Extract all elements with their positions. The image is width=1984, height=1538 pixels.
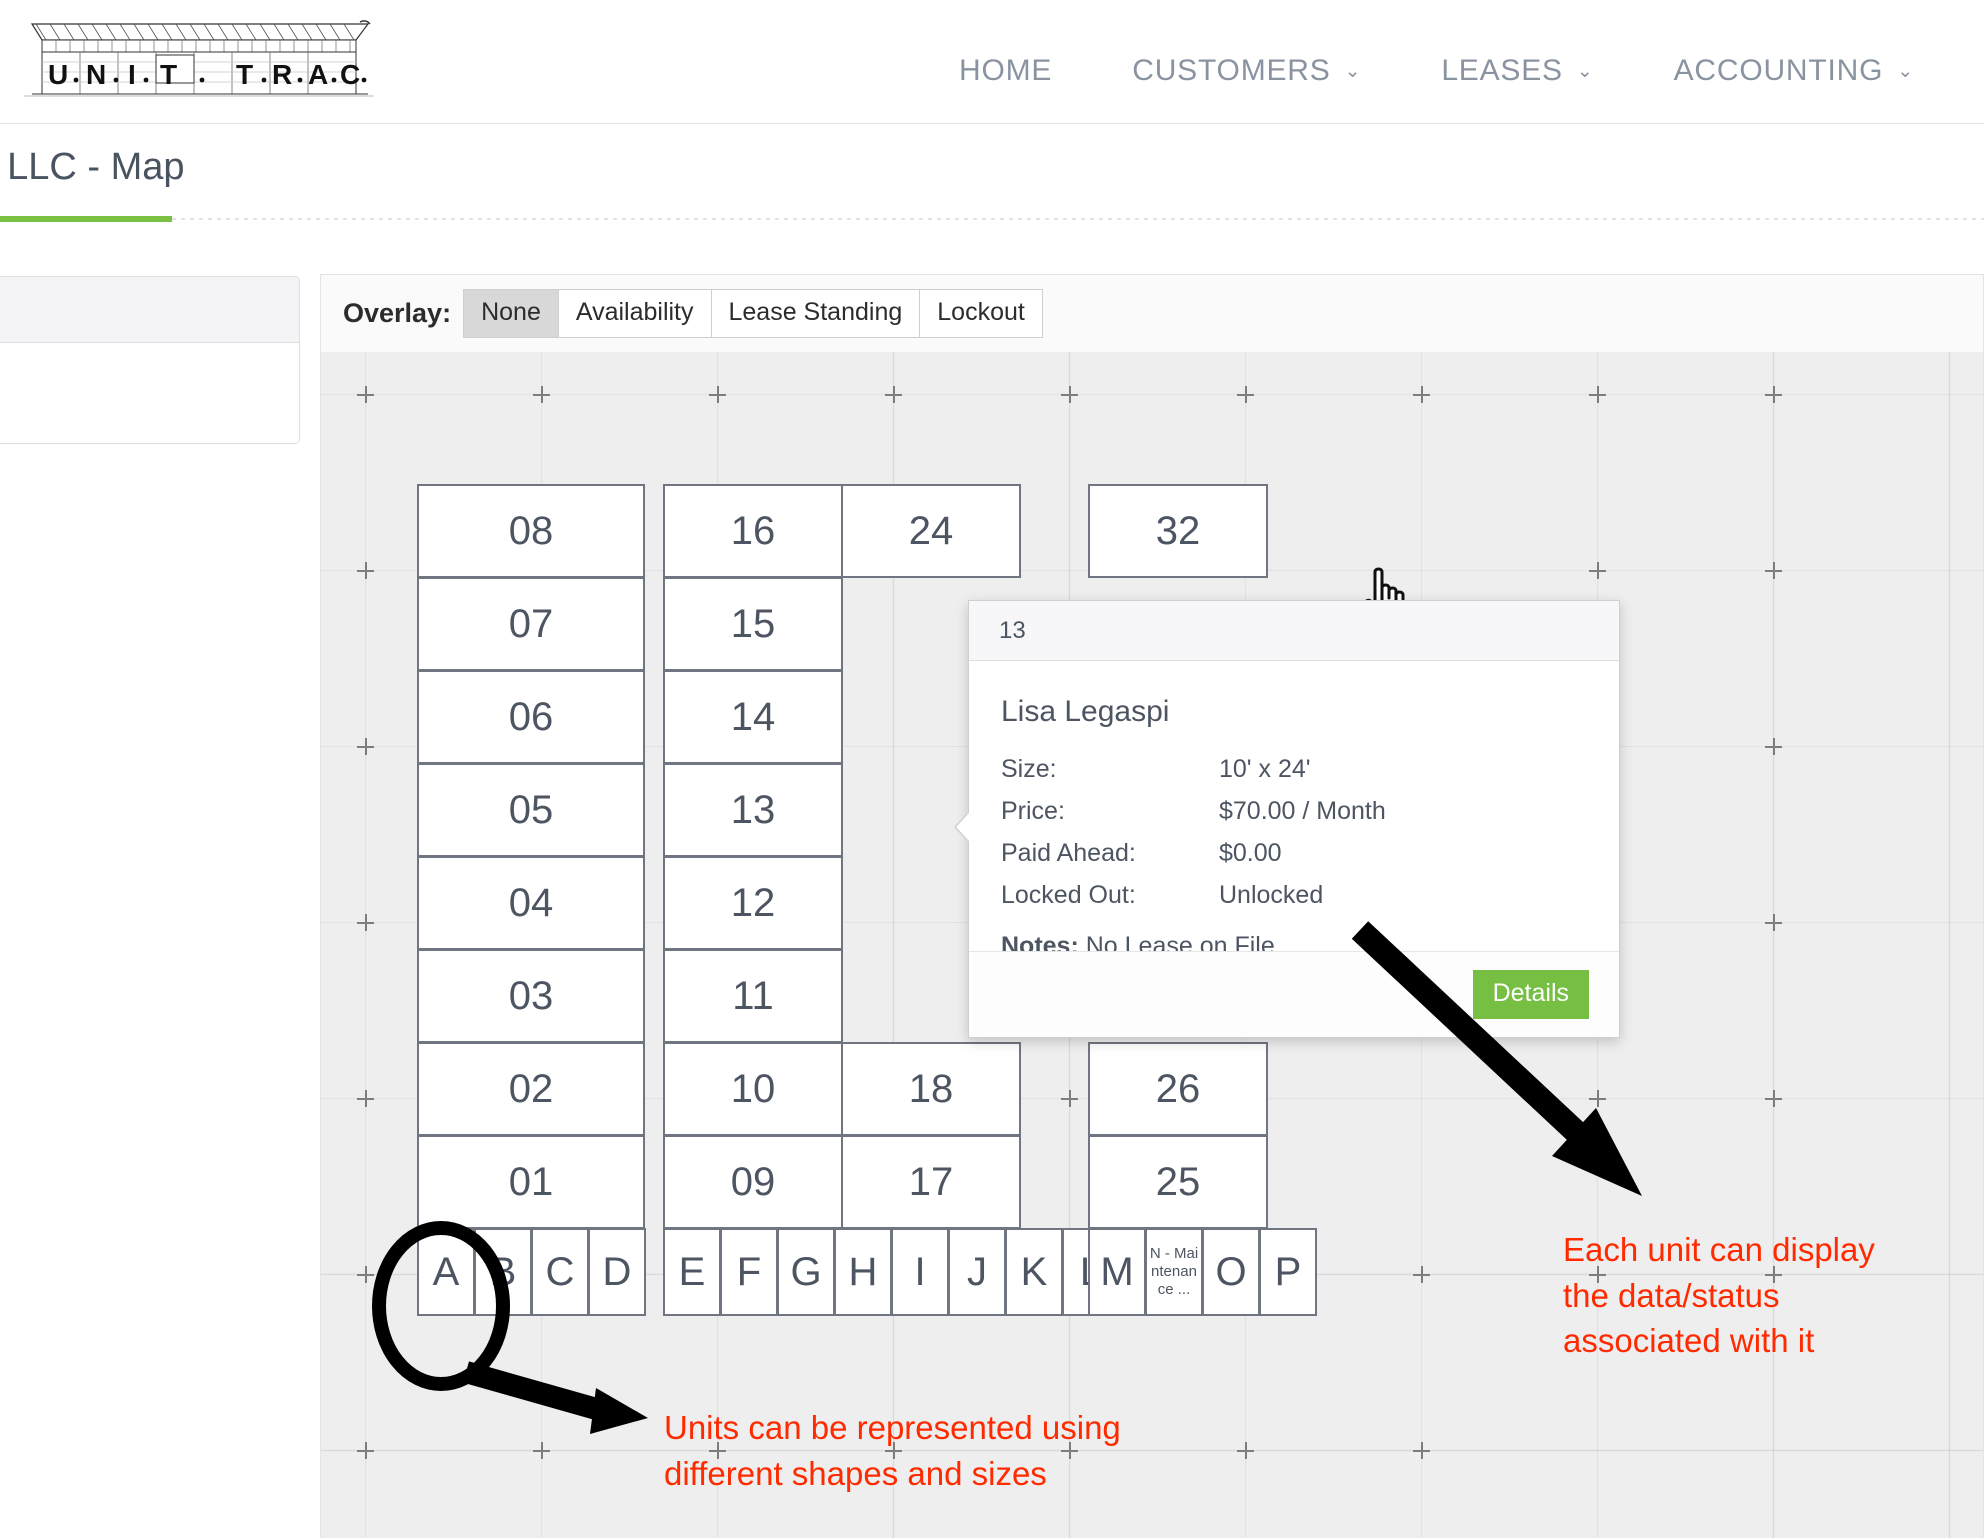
overlay-label: Overlay: bbox=[343, 298, 452, 328]
popup-price-value: $70.00 / Month bbox=[1219, 797, 1386, 825]
popup-price-label: Price: bbox=[1001, 797, 1065, 825]
unit-05[interactable]: 05 bbox=[417, 763, 645, 857]
map-toolbar: Overlay: None Availability Lease Standin… bbox=[320, 274, 1984, 352]
overlay-button-none[interactable]: None bbox=[463, 288, 559, 339]
svg-text:T: T bbox=[236, 59, 253, 90]
popup-locked-out-label: Locked Out: bbox=[1001, 881, 1136, 909]
unit-e[interactable]: E bbox=[663, 1228, 721, 1316]
unit-d[interactable]: D bbox=[588, 1228, 646, 1316]
page-title-divider bbox=[172, 218, 1984, 220]
left-side-panel-header bbox=[0, 277, 299, 343]
nav-item-accounting-label: ACCOUNTING bbox=[1673, 54, 1884, 87]
svg-text:N: N bbox=[86, 59, 106, 90]
overlay-button-lease-standing[interactable]: Lease Standing bbox=[710, 288, 921, 339]
unit-11[interactable]: 11 bbox=[663, 949, 843, 1043]
svg-text:T: T bbox=[160, 59, 177, 90]
unit-g[interactable]: G bbox=[777, 1228, 835, 1316]
popup-size-label: Size: bbox=[1001, 755, 1057, 783]
unit-15[interactable]: 15 bbox=[663, 577, 843, 671]
unit-08[interactable]: 08 bbox=[417, 484, 645, 578]
overlay-button-lockout[interactable]: Lockout bbox=[919, 288, 1043, 339]
svg-text:C: C bbox=[340, 59, 360, 90]
popup-unit-number: 13 bbox=[999, 616, 1026, 644]
unit-k[interactable]: K bbox=[1005, 1228, 1063, 1316]
nav-item-home[interactable]: HOME bbox=[919, 50, 1092, 92]
popup-header: 13 bbox=[969, 601, 1619, 661]
popup-row-locked-out: Locked Out: Unlocked bbox=[1001, 881, 1587, 910]
details-button[interactable]: Details bbox=[1472, 970, 1589, 1019]
unit-24[interactable]: 24 bbox=[841, 484, 1021, 578]
unit-26[interactable]: 26 bbox=[1088, 1042, 1268, 1136]
svg-text:R: R bbox=[272, 59, 292, 90]
unit-m[interactable]: M bbox=[1088, 1228, 1146, 1316]
popup-row-paid-ahead: Paid Ahead: $0.00 bbox=[1001, 839, 1587, 868]
chevron-down-icon: ⌄ bbox=[1576, 60, 1594, 82]
left-side-panel bbox=[0, 276, 300, 444]
unit-06[interactable]: 06 bbox=[417, 670, 645, 764]
chevron-down-icon: ⌄ bbox=[1897, 60, 1914, 82]
popup-paid-ahead-value: $0.00 bbox=[1219, 839, 1282, 867]
unit-09[interactable]: 09 bbox=[663, 1135, 843, 1229]
top-navigation-bar: U N I T T R A C HOME CUSTOMERS ⌄ LEASES … bbox=[0, 0, 1984, 124]
unit-12[interactable]: 12 bbox=[663, 856, 843, 950]
unit-i[interactable]: I bbox=[891, 1228, 949, 1316]
popup-footer: Details bbox=[969, 951, 1619, 1037]
unit-32[interactable]: 32 bbox=[1088, 484, 1268, 578]
svg-text:A: A bbox=[308, 59, 328, 90]
unit-02[interactable]: 02 bbox=[417, 1042, 645, 1136]
svg-text:I: I bbox=[128, 59, 136, 90]
nav-item-leases[interactable]: LEASES ⌄ bbox=[1401, 50, 1633, 92]
unit-01[interactable]: 01 bbox=[417, 1135, 645, 1229]
unit-n-maintenance[interactable]: N - Maintenance ... bbox=[1145, 1228, 1203, 1316]
unit-17[interactable]: 17 bbox=[841, 1135, 1021, 1229]
unit-f[interactable]: F bbox=[720, 1228, 778, 1316]
overlay-button-group: None Availability Lease Standing Lockout bbox=[463, 288, 1043, 339]
annotation-text-right: Each unit can display the data/status as… bbox=[1563, 1231, 1875, 1360]
page-title-accent-underline bbox=[0, 216, 172, 222]
nav-item-home-label: HOME bbox=[959, 54, 1053, 87]
popup-row-price: Price: $70.00 / Month bbox=[1001, 797, 1587, 826]
unit-13[interactable]: 13 bbox=[663, 763, 843, 857]
unit-07[interactable]: 07 bbox=[417, 577, 645, 671]
unit-j[interactable]: J bbox=[948, 1228, 1006, 1316]
unit-14[interactable]: 14 bbox=[663, 670, 843, 764]
unit-10[interactable]: 10 bbox=[663, 1042, 843, 1136]
main-nav: HOME CUSTOMERS ⌄ LEASES ⌄ ACCOUNTING ⌄ bbox=[919, 50, 1954, 92]
svg-text:U: U bbox=[48, 59, 68, 90]
chevron-down-icon: ⌄ bbox=[1344, 60, 1362, 82]
unit-p[interactable]: P bbox=[1259, 1228, 1317, 1316]
unit-h[interactable]: H bbox=[834, 1228, 892, 1316]
annotation-text-bottom: Units can be represented using different… bbox=[664, 1409, 1121, 1492]
unit-18[interactable]: 18 bbox=[841, 1042, 1021, 1136]
unit-16[interactable]: 16 bbox=[663, 484, 843, 578]
unit-detail-popup: 13 Lisa Legaspi Size: 10' x 24' Price: $… bbox=[956, 600, 1620, 1038]
unit-trac-logo[interactable]: U N I T T R A C bbox=[24, 14, 374, 110]
popup-locked-out-value: Unlocked bbox=[1219, 881, 1324, 909]
popup-customer-name: Lisa Legaspi bbox=[1001, 695, 1170, 728]
nav-item-customers[interactable]: CUSTOMERS ⌄ bbox=[1092, 50, 1401, 92]
unit-o[interactable]: O bbox=[1202, 1228, 1260, 1316]
unit-25[interactable]: 25 bbox=[1088, 1135, 1268, 1229]
nav-item-leases-label: LEASES bbox=[1441, 54, 1563, 87]
overlay-button-availability[interactable]: Availability bbox=[557, 288, 712, 339]
unit-03[interactable]: 03 bbox=[417, 949, 645, 1043]
nav-item-accounting[interactable]: ACCOUNTING ⌄ bbox=[1634, 50, 1954, 92]
page-title: , LLC - Map bbox=[0, 146, 185, 188]
nav-item-customers-label: CUSTOMERS bbox=[1132, 54, 1331, 87]
popup-pointer-arrow bbox=[956, 813, 969, 841]
popup-row-size: Size: 10' x 24' bbox=[1001, 755, 1587, 784]
unit-b[interactable]: B bbox=[474, 1228, 532, 1316]
unit-a[interactable]: A bbox=[417, 1228, 475, 1316]
popup-paid-ahead-label: Paid Ahead: bbox=[1001, 839, 1136, 867]
popup-size-value: 10' x 24' bbox=[1219, 755, 1311, 783]
page-title-row: , LLC - Map bbox=[0, 124, 1984, 220]
logo-building-icon: U N I T T R A C bbox=[24, 20, 374, 97]
popup-body: Lisa Legaspi Size: 10' x 24' Price: $70.… bbox=[969, 661, 1619, 961]
unit-c[interactable]: C bbox=[531, 1228, 589, 1316]
unit-04[interactable]: 04 bbox=[417, 856, 645, 950]
